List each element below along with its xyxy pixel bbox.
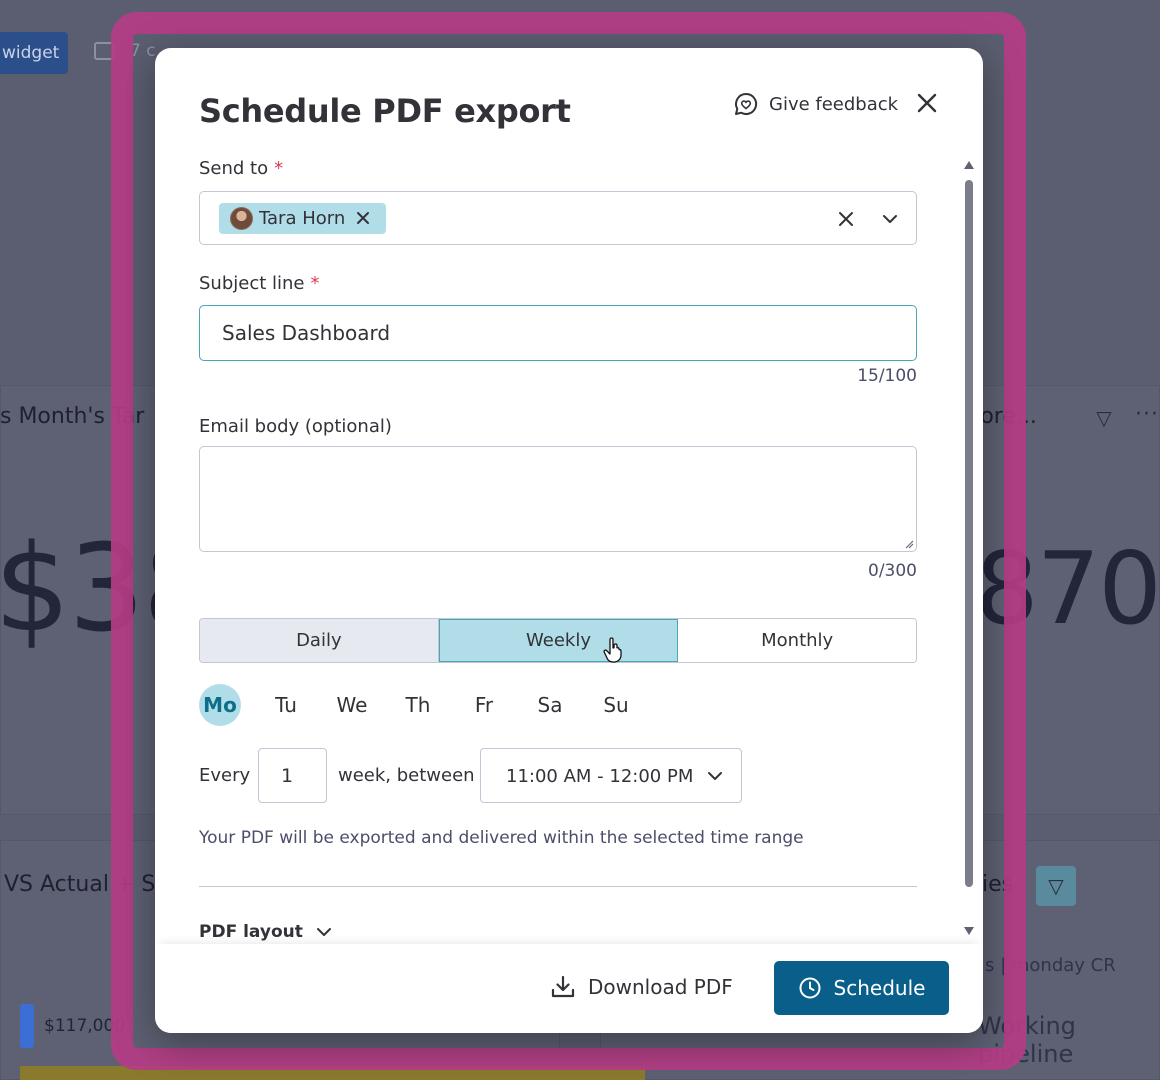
delivery-hint: Your PDF will be exported and delivered … bbox=[199, 828, 804, 848]
resize-handle-icon[interactable] bbox=[904, 539, 914, 549]
give-feedback-button[interactable]: Give feedback bbox=[733, 90, 898, 118]
chevron-down-icon bbox=[316, 928, 331, 936]
day-fr[interactable]: Fr bbox=[463, 684, 505, 726]
download-pdf-label: Download PDF bbox=[588, 975, 733, 999]
interval-input[interactable] bbox=[259, 749, 326, 802]
frequency-weekly[interactable]: Weekly bbox=[438, 619, 679, 662]
filter-icon[interactable]: ▽ bbox=[1084, 398, 1124, 438]
recipient-chip: Tara Horn bbox=[219, 203, 386, 234]
every-label: Every bbox=[199, 765, 251, 786]
chart-bar bbox=[20, 1004, 34, 1048]
clock-icon bbox=[799, 977, 821, 999]
chevron-down-icon bbox=[708, 772, 722, 780]
week-between-label: week, between bbox=[338, 765, 475, 786]
time-range-value: 11:00 AM - 12:00 PM bbox=[506, 766, 694, 787]
email-body-label: Email body (optional) bbox=[199, 416, 392, 437]
avatar bbox=[230, 207, 253, 230]
add-widget-button[interactable]: widget bbox=[0, 32, 68, 74]
send-to-field[interactable]: Tara Horn bbox=[199, 191, 917, 245]
email-body-counter: 0/300 bbox=[868, 561, 917, 581]
subject-input[interactable] bbox=[200, 306, 916, 360]
send-to-label: Send to * bbox=[199, 158, 284, 179]
modal-footer: Download PDF Schedule bbox=[155, 944, 983, 1033]
scroll-up-icon[interactable] bbox=[964, 160, 974, 170]
scrollbar-thumb[interactable] bbox=[965, 180, 973, 887]
interval-input-wrapper bbox=[258, 748, 327, 803]
frequency-monthly[interactable]: Monthly bbox=[678, 619, 916, 662]
download-pdf-button[interactable]: Download PDF bbox=[550, 964, 733, 1010]
frequency-toggle: Daily Weekly Monthly bbox=[199, 618, 917, 663]
day-su[interactable]: Su bbox=[595, 684, 637, 726]
download-icon bbox=[551, 975, 575, 998]
frequency-daily[interactable]: Daily bbox=[200, 619, 439, 662]
modal-scroll-area[interactable]: Send to* Tara Horn Subject line* 15/ bbox=[155, 148, 983, 943]
hand-cursor-icon bbox=[603, 637, 622, 663]
subject-label: Subject line * bbox=[199, 273, 320, 294]
day-mo[interactable]: Mo bbox=[199, 684, 241, 726]
scroll-down-icon[interactable] bbox=[964, 926, 974, 936]
filter-active-icon[interactable]: ▽ bbox=[1036, 866, 1076, 906]
day-th[interactable]: Th bbox=[397, 684, 439, 726]
schedule-button[interactable]: Schedule bbox=[774, 961, 949, 1015]
schedule-pdf-modal: Schedule PDF export Give feedback Send t… bbox=[155, 48, 983, 1033]
email-body-wrapper bbox=[199, 446, 917, 552]
email-body-input[interactable] bbox=[200, 447, 916, 551]
day-sa[interactable]: Sa bbox=[529, 684, 571, 726]
day-tu[interactable]: Tu bbox=[265, 684, 307, 726]
modal-title: Schedule PDF export bbox=[199, 92, 571, 130]
schedule-label: Schedule bbox=[833, 976, 926, 1000]
subject-input-wrapper bbox=[199, 305, 917, 361]
close-icon[interactable] bbox=[913, 89, 941, 117]
give-feedback-label: Give feedback bbox=[769, 93, 899, 115]
pdf-layout-label: PDF layout bbox=[199, 922, 303, 942]
subject-counter: 15/100 bbox=[857, 366, 917, 386]
feedback-icon bbox=[735, 92, 758, 115]
weekday-picker: Mo Tu We Th Fr Sa Su bbox=[199, 684, 637, 726]
pdf-layout-toggle[interactable]: PDF layout bbox=[199, 922, 333, 942]
clear-icon[interactable] bbox=[836, 209, 856, 229]
day-we[interactable]: We bbox=[331, 684, 373, 726]
recipient-name: Tara Horn bbox=[259, 208, 346, 229]
remove-recipient-icon[interactable] bbox=[355, 210, 371, 226]
chevron-down-icon[interactable] bbox=[880, 209, 900, 229]
modal-scrollbar[interactable] bbox=[961, 158, 977, 943]
more-icon[interactable]: ··· bbox=[1135, 402, 1159, 427]
section-divider bbox=[199, 886, 917, 887]
recurrence-row: Every week, between 11:00 AM - 12:00 PM bbox=[199, 748, 759, 803]
time-range-select[interactable]: 11:00 AM - 12:00 PM bbox=[480, 748, 742, 803]
